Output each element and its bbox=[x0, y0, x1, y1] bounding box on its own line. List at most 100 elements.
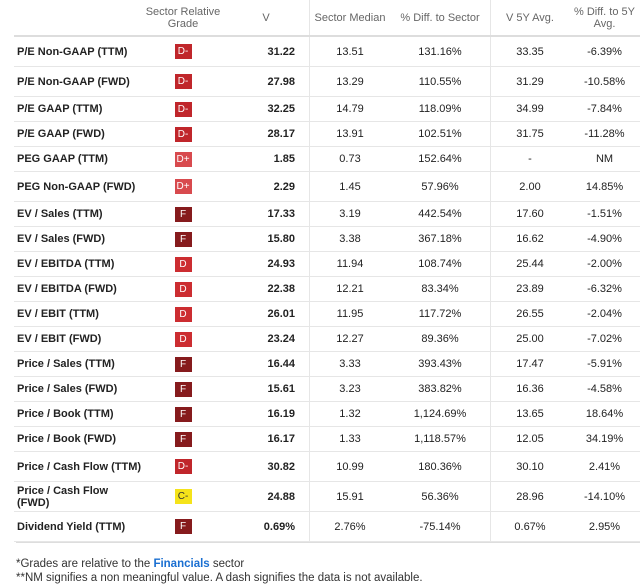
value: 27.98 bbox=[223, 66, 310, 97]
grade-cell: D- bbox=[143, 36, 223, 67]
diff-to-sector: -75.14% bbox=[390, 511, 491, 542]
grade-badge: D- bbox=[174, 126, 192, 142]
metric-label: P/E Non-GAAP (FWD) bbox=[14, 66, 143, 97]
diff-to-5y: -4.58% bbox=[569, 376, 640, 402]
table-row: EV / EBIT (FWD) D 23.24 12.27 89.36% 25.00 -7.… bbox=[14, 326, 640, 352]
table-row: EV / EBITDA (TTM) D 24.93 11.94 108.74% 25.44… bbox=[14, 251, 640, 277]
metric-label: Price / Cash Flow (FWD) bbox=[14, 481, 143, 512]
diff-to-sector: 56.36% bbox=[390, 481, 491, 512]
five-year-avg: 23.89 bbox=[490, 276, 569, 302]
value: 15.80 bbox=[223, 226, 310, 252]
diff-to-5y: -4.90% bbox=[569, 226, 640, 252]
grade-cell: D- bbox=[143, 96, 223, 122]
grade-cell: D bbox=[143, 276, 223, 302]
sector-median: 2.76% bbox=[309, 511, 390, 542]
grade-cell: D bbox=[143, 251, 223, 277]
financials-sector-link[interactable]: Financials bbox=[153, 558, 209, 570]
diff-to-sector: 383.82% bbox=[390, 376, 491, 402]
sector-median: 12.21 bbox=[309, 276, 390, 302]
grade-badge: F bbox=[174, 406, 192, 422]
five-year-avg: 34.99 bbox=[490, 96, 569, 122]
value: 30.82 bbox=[223, 451, 310, 482]
metric-label: EV / EBITDA (FWD) bbox=[14, 276, 143, 302]
grade-badge: F bbox=[174, 206, 192, 222]
grade-badge: D- bbox=[174, 459, 192, 474]
grade-badge: C- bbox=[174, 489, 192, 504]
footer-divider bbox=[16, 542, 640, 543]
sector-median: 1.45 bbox=[309, 171, 390, 202]
value: 17.33 bbox=[223, 201, 310, 227]
diff-to-5y: -5.91% bbox=[569, 351, 640, 377]
diff-to-5y: -14.10% bbox=[569, 481, 640, 512]
diff-to-sector: 110.55% bbox=[390, 66, 491, 97]
metric-label: EV / Sales (FWD) bbox=[14, 226, 143, 252]
table-row: Dividend Yield (TTM) F 0.69% 2.76% -75.14% 0.… bbox=[14, 511, 640, 542]
valuation-table: Sector Relative Grade V Sector Median % … bbox=[14, 0, 640, 542]
grade-badge: D+ bbox=[174, 179, 192, 194]
table-row: Price / Cash Flow (TTM) D- 30.82 10.99 180.3… bbox=[14, 451, 640, 482]
diff-to-5y: -7.02% bbox=[569, 326, 640, 352]
grade-cell: D- bbox=[143, 66, 223, 97]
value: 16.17 bbox=[223, 426, 310, 452]
sector-median: 12.27 bbox=[309, 326, 390, 352]
five-year-avg: 0.67% bbox=[490, 511, 569, 542]
grade-badge: D- bbox=[174, 101, 192, 117]
valuation-grades-panel: Sector Relative Grade V Sector Median % … bbox=[0, 0, 640, 585]
grade-badge: F bbox=[174, 231, 192, 247]
table-row: Price / Book (TTM) F 16.19 1.32 1,124.69% 13.… bbox=[14, 401, 640, 427]
metric-label: PEG Non-GAAP (FWD) bbox=[14, 171, 143, 202]
metric-label: PEG GAAP (TTM) bbox=[14, 146, 143, 172]
grade-cell: D- bbox=[143, 121, 223, 147]
diff-to-sector: 118.09% bbox=[390, 96, 491, 122]
diff-to-sector: 83.34% bbox=[390, 276, 491, 302]
diff-to-5y: 2.95% bbox=[569, 511, 640, 542]
diff-to-5y: -6.39% bbox=[569, 36, 640, 67]
diff-to-sector: 117.72% bbox=[390, 301, 491, 327]
value: 22.38 bbox=[223, 276, 310, 302]
value: 16.19 bbox=[223, 401, 310, 427]
diff-to-5y: NM bbox=[569, 146, 640, 172]
five-year-avg: 25.44 bbox=[490, 251, 569, 277]
five-year-avg: 26.55 bbox=[490, 301, 569, 327]
metric-label: P/E GAAP (TTM) bbox=[14, 96, 143, 122]
sector-median: 11.95 bbox=[309, 301, 390, 327]
grade-badge: F bbox=[174, 381, 192, 397]
diff-to-5y: 2.41% bbox=[569, 451, 640, 482]
diff-to-sector: 57.96% bbox=[390, 171, 491, 202]
table-row: Price / Book (FWD) F 16.17 1.33 1,118.57% 12.… bbox=[14, 426, 640, 452]
grade-cell: F bbox=[143, 201, 223, 227]
table-header: Sector Relative Grade V Sector Median % … bbox=[14, 0, 640, 37]
five-year-avg: 31.29 bbox=[490, 66, 569, 97]
five-year-avg: 16.36 bbox=[490, 376, 569, 402]
table-row: EV / EBIT (TTM) D 26.01 11.95 117.72% 26.55 -2… bbox=[14, 301, 640, 327]
grade-badge: F bbox=[174, 519, 192, 534]
sector-median: 3.23 bbox=[309, 376, 390, 402]
header-v: V bbox=[223, 0, 310, 37]
table-row: PEG GAAP (TTM) D+ 1.85 0.73 152.64% - NM bbox=[14, 146, 640, 172]
value: 24.88 bbox=[223, 481, 310, 512]
diff-to-sector: 367.18% bbox=[390, 226, 491, 252]
grade-badge: F bbox=[174, 356, 192, 372]
grade-cell: D+ bbox=[143, 171, 223, 202]
diff-to-sector: 1,118.57% bbox=[390, 426, 491, 452]
value: 24.93 bbox=[223, 251, 310, 277]
five-year-avg: 31.75 bbox=[490, 121, 569, 147]
header-5y-avg: V 5Y Avg. bbox=[490, 0, 569, 37]
five-year-avg: 30.10 bbox=[490, 451, 569, 482]
metric-label: Price / Cash Flow (TTM) bbox=[14, 451, 143, 482]
five-year-avg: - bbox=[490, 146, 569, 172]
metric-label: EV / Sales (TTM) bbox=[14, 201, 143, 227]
five-year-avg: 33.35 bbox=[490, 36, 569, 67]
grade-badge: D bbox=[174, 281, 192, 297]
sector-median: 15.91 bbox=[309, 481, 390, 512]
grade-badge: D bbox=[174, 331, 192, 347]
metric-label: Price / Book (FWD) bbox=[14, 426, 143, 452]
header-grade: Sector Relative Grade bbox=[143, 0, 223, 37]
grade-cell: D- bbox=[143, 451, 223, 482]
diff-to-5y: -10.58% bbox=[569, 66, 640, 97]
metric-label: Price / Sales (FWD) bbox=[14, 376, 143, 402]
grade-badge: D bbox=[174, 256, 192, 272]
sector-median: 3.33 bbox=[309, 351, 390, 377]
value: 23.24 bbox=[223, 326, 310, 352]
metric-label: P/E Non-GAAP (TTM) bbox=[14, 36, 143, 67]
